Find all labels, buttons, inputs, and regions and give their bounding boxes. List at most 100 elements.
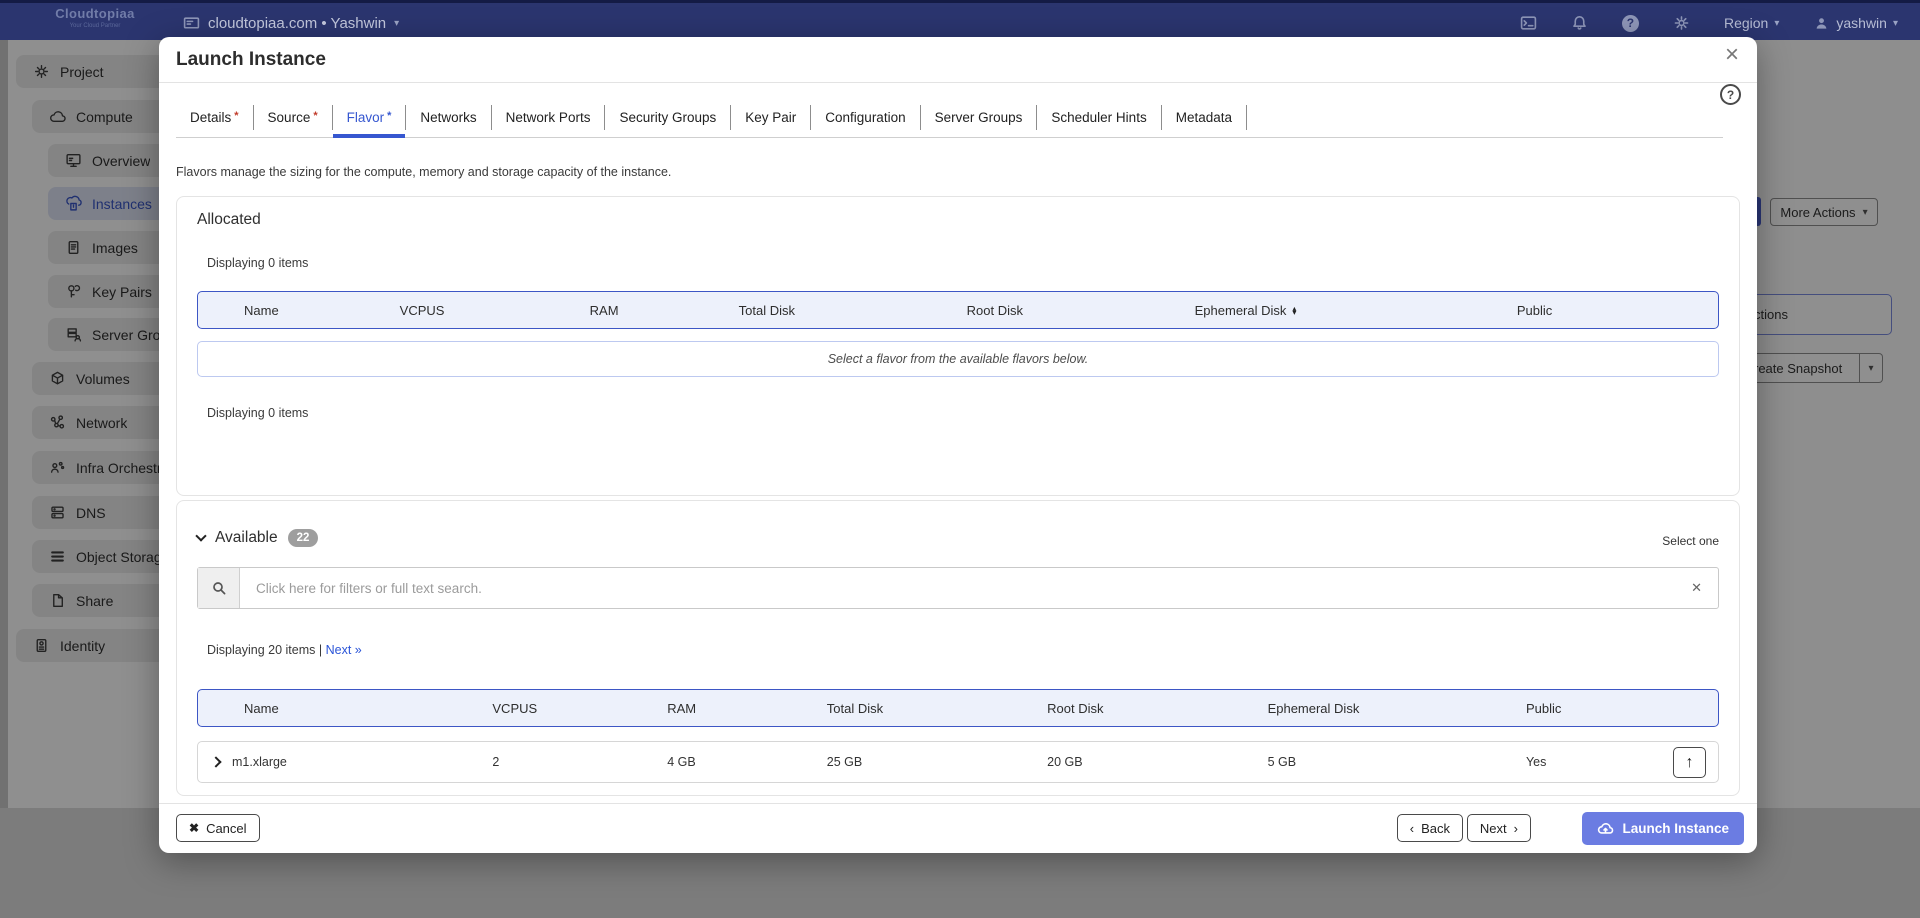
column-total-disk: Total Disk bbox=[703, 303, 931, 318]
bell-icon[interactable] bbox=[1571, 15, 1588, 32]
back-chevron-icon: ‹ bbox=[1410, 821, 1414, 836]
tab-label: Network Ports bbox=[506, 110, 591, 125]
required-asterisk: * bbox=[234, 110, 238, 122]
screen: Cloudtopiaa Your Cloud Partner cloudtopi… bbox=[0, 0, 1920, 918]
tab-label: Server Groups bbox=[935, 110, 1023, 125]
chevron-down-icon: ▾ bbox=[1774, 18, 1779, 29]
allocated-count-bottom: Displaying 0 items bbox=[207, 406, 308, 420]
tab-label: Configuration bbox=[825, 110, 905, 125]
flavor-vcpus: 2 bbox=[456, 755, 631, 769]
column-public: Public bbox=[1490, 701, 1718, 716]
tab-scheduler-hints[interactable]: Scheduler Hints bbox=[1037, 105, 1161, 130]
column-ram: RAM bbox=[554, 303, 703, 318]
search-icon bbox=[198, 568, 240, 608]
allocated-title: Allocated bbox=[197, 211, 261, 229]
next-label: Next bbox=[1480, 821, 1507, 836]
tab-networks[interactable]: Networks bbox=[406, 105, 491, 130]
close-icon[interactable]: × bbox=[1725, 43, 1739, 67]
tab-details[interactable]: Details* bbox=[176, 105, 254, 130]
sort-icon[interactable]: ▴▾ bbox=[1292, 307, 1296, 316]
tab-configuration[interactable]: Configuration bbox=[811, 105, 920, 130]
column-vcpus: VCPUS bbox=[456, 701, 631, 716]
next-page-link[interactable]: Next » bbox=[326, 643, 362, 657]
brand-name: Cloudtopiaa bbox=[30, 7, 160, 20]
tab-flavor[interactable]: Flavor* bbox=[333, 105, 407, 130]
region-dropdown[interactable]: Region ▾ bbox=[1724, 15, 1779, 31]
modal-footer: ✖ Cancel ‹ Back Next › Launch Instance bbox=[159, 803, 1757, 853]
flavor-row-m1-xlarge[interactable]: m1.xlarge 2 4 GB 25 GB 20 GB 5 GB Yes ↑ bbox=[197, 741, 1719, 783]
user-dropdown[interactable]: yashwin ▾ bbox=[1813, 15, 1898, 32]
required-asterisk: * bbox=[313, 110, 317, 122]
next-button[interactable]: Next › bbox=[1467, 814, 1531, 842]
username-label: yashwin bbox=[1836, 15, 1887, 31]
modal-header: Launch Instance × bbox=[159, 37, 1757, 83]
flavor-description: Flavors manage the sizing for the comput… bbox=[176, 165, 671, 179]
tab-label: Metadata bbox=[1176, 110, 1232, 125]
flavor-ram: 4 GB bbox=[631, 755, 791, 769]
column-vcpus: VCPUS bbox=[364, 303, 554, 318]
required-asterisk: * bbox=[387, 110, 391, 122]
tab-metadata[interactable]: Metadata bbox=[1162, 105, 1247, 130]
back-button[interactable]: ‹ Back bbox=[1397, 814, 1463, 842]
x-icon: ✖ bbox=[189, 821, 199, 835]
help-icon[interactable]: ? bbox=[1622, 15, 1639, 32]
tab-label: Details bbox=[190, 110, 231, 125]
back-label: Back bbox=[1421, 821, 1450, 836]
clear-search-icon[interactable]: ✕ bbox=[1691, 568, 1718, 608]
flavor-ephemeral-disk: 5 GB bbox=[1232, 755, 1490, 769]
available-title: Available bbox=[215, 529, 278, 547]
expand-chevron-icon[interactable] bbox=[210, 756, 221, 767]
cloud-upload-icon bbox=[1597, 820, 1614, 837]
available-panel: Available 22 Select one ✕ Displaying 20 … bbox=[176, 500, 1740, 796]
tab-label: Source bbox=[268, 110, 311, 125]
tab-label: Flavor bbox=[347, 110, 385, 125]
filter-search-bar: ✕ bbox=[197, 567, 1719, 609]
available-count: Displaying 20 items bbox=[207, 643, 315, 657]
search-input[interactable] bbox=[240, 568, 1691, 608]
column-total-disk: Total Disk bbox=[791, 701, 1011, 716]
column-ephemeral-disk[interactable]: Ephemeral Disk ▴▾ bbox=[1159, 303, 1481, 318]
tab-server-groups[interactable]: Server Groups bbox=[921, 105, 1038, 130]
sort-down-icon: ▾ bbox=[1292, 311, 1296, 316]
user-icon bbox=[1813, 15, 1830, 32]
tab-label: Security Groups bbox=[619, 110, 716, 125]
top-navbar: Cloudtopiaa Your Cloud Partner cloudtopi… bbox=[0, 0, 1920, 40]
breadcrumb: cloudtopiaa.com • Yashwin bbox=[208, 15, 386, 32]
flavor-root-disk: 20 GB bbox=[1011, 755, 1231, 769]
cancel-button[interactable]: ✖ Cancel bbox=[176, 814, 260, 842]
available-table-header: Name VCPUS RAM Total Disk Root Disk Ephe… bbox=[197, 689, 1719, 727]
help-icon[interactable]: ? bbox=[1720, 84, 1741, 105]
flavor-name: m1.xlarge bbox=[232, 755, 287, 769]
tab-label: Scheduler Hints bbox=[1051, 110, 1146, 125]
wizard-tabs: Details* Source* Flavor* Networks Networ… bbox=[176, 105, 1723, 138]
column-ephemeral-disk: Ephemeral Disk bbox=[1232, 701, 1490, 716]
pager-separator: | bbox=[319, 643, 322, 657]
tab-network-ports[interactable]: Network Ports bbox=[492, 105, 606, 130]
launch-label: Launch Instance bbox=[1622, 821, 1729, 836]
launch-instance-modal: Launch Instance × ? Details* Source* Fla… bbox=[159, 37, 1757, 853]
tab-key-pair[interactable]: Key Pair bbox=[731, 105, 811, 130]
column-ram: RAM bbox=[631, 701, 791, 716]
tab-security-groups[interactable]: Security Groups bbox=[605, 105, 731, 130]
flavor-total-disk: 25 GB bbox=[791, 755, 1011, 769]
allocated-empty-row: Select a flavor from the available flavo… bbox=[197, 341, 1719, 377]
terminal-icon[interactable] bbox=[1520, 15, 1537, 32]
column-label: Ephemeral Disk bbox=[1195, 303, 1287, 318]
available-count-badge: 22 bbox=[288, 529, 319, 547]
select-one-hint: Select one bbox=[1662, 534, 1719, 548]
allocate-flavor-button[interactable]: ↑ bbox=[1673, 747, 1706, 778]
column-name: Name bbox=[198, 701, 456, 716]
tab-source[interactable]: Source* bbox=[254, 105, 333, 130]
modal-title: Launch Instance bbox=[176, 49, 326, 71]
tab-label: Networks bbox=[420, 110, 476, 125]
cancel-label: Cancel bbox=[206, 821, 246, 836]
brand-logo[interactable]: Cloudtopiaa Your Cloud Partner bbox=[30, 7, 160, 29]
allocated-table-header: Name VCPUS RAM Total Disk Root Disk Ephe… bbox=[197, 291, 1719, 329]
brand-tagline: Your Cloud Partner bbox=[30, 23, 160, 29]
available-pager: Displaying 20 items | Next » bbox=[207, 643, 362, 657]
tab-label: Key Pair bbox=[745, 110, 796, 125]
gear-icon[interactable] bbox=[1673, 15, 1690, 32]
collapse-chevron-icon[interactable] bbox=[195, 530, 206, 541]
launch-instance-button[interactable]: Launch Instance bbox=[1582, 812, 1744, 845]
column-root-disk: Root Disk bbox=[931, 303, 1159, 318]
